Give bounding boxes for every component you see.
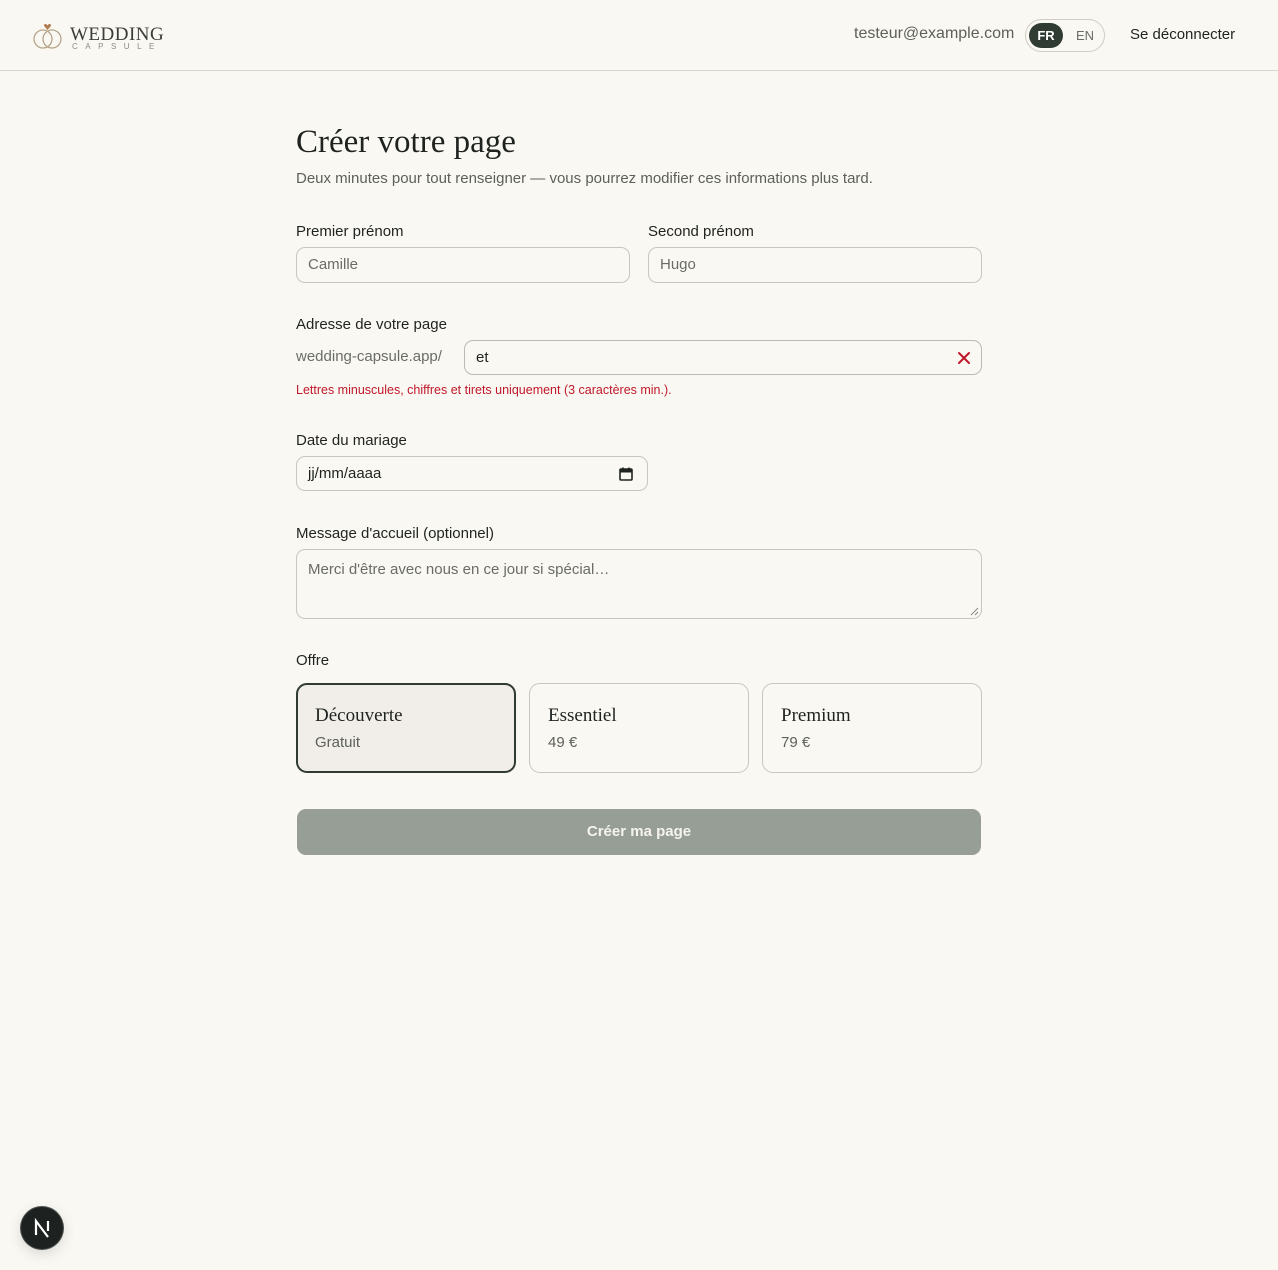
create-page-button[interactable]: Créer ma page — [297, 809, 981, 855]
user-email: testeur@example.com — [854, 25, 1015, 42]
second-name-input[interactable]: Hugo — [648, 247, 982, 283]
logout-button[interactable]: Se déconnecter — [1130, 26, 1235, 43]
date-label: Date du mariage — [296, 432, 407, 449]
calendar-icon[interactable] — [618, 466, 634, 482]
offer-price: 79 € — [781, 734, 811, 751]
error-x-icon — [958, 352, 970, 364]
language-toggle: FR EN — [1025, 19, 1105, 52]
page-subtitle: Deux minutes pour tout renseigner — vous… — [296, 170, 873, 187]
date-placeholder: jj/mm/aaaa — [308, 465, 382, 482]
slug-label: Adresse de votre page — [296, 316, 447, 333]
top-header: WEDDING CAPSULE testeur@example.com FR E… — [0, 0, 1278, 71]
date-input[interactable]: jj/mm/aaaa — [296, 456, 648, 491]
message-label: Message d'accueil (optionnel) — [296, 525, 494, 542]
offer-card-essentiel[interactable]: Essentiel 49 € — [529, 683, 749, 773]
first-name-input[interactable]: Camille — [296, 247, 630, 283]
message-textarea[interactable]: Merci d'être avec nous en ce jour si spé… — [296, 549, 982, 619]
lang-fr-button[interactable]: FR — [1029, 23, 1063, 48]
first-name-label: Premier prénom — [296, 223, 404, 240]
lang-en-button[interactable]: EN — [1070, 23, 1100, 48]
page-title: Créer votre page — [296, 124, 516, 160]
logo-subtitle: CAPSULE — [72, 42, 162, 51]
second-name-label: Second prénom — [648, 223, 754, 240]
offer-price: 49 € — [548, 734, 578, 751]
slug-value: et — [476, 349, 489, 366]
next-logo-icon — [34, 1217, 50, 1238]
offer-name: Essentiel — [548, 705, 617, 726]
slug-error-message: Lettres minuscules, chiffres et tirets u… — [296, 383, 672, 397]
logo[interactable]: WEDDING CAPSULE — [31, 19, 164, 53]
resize-handle-icon[interactable] — [970, 607, 979, 616]
offer-name: Premium — [781, 705, 851, 726]
dev-tools-badge[interactable] — [21, 1207, 63, 1249]
wedding-rings-icon — [33, 24, 62, 49]
slug-prefix: wedding-capsule.app/ — [296, 348, 442, 365]
offer-card-decouverte[interactable]: Découverte Gratuit — [296, 683, 516, 773]
offer-card-premium[interactable]: Premium 79 € — [762, 683, 982, 773]
offer-name: Découverte — [315, 705, 403, 726]
offer-label: Offre — [296, 652, 330, 669]
slug-input[interactable]: et — [464, 340, 982, 375]
offer-price: Gratuit — [315, 734, 361, 751]
message-placeholder: Merci d'être avec nous en ce jour si spé… — [308, 561, 610, 578]
